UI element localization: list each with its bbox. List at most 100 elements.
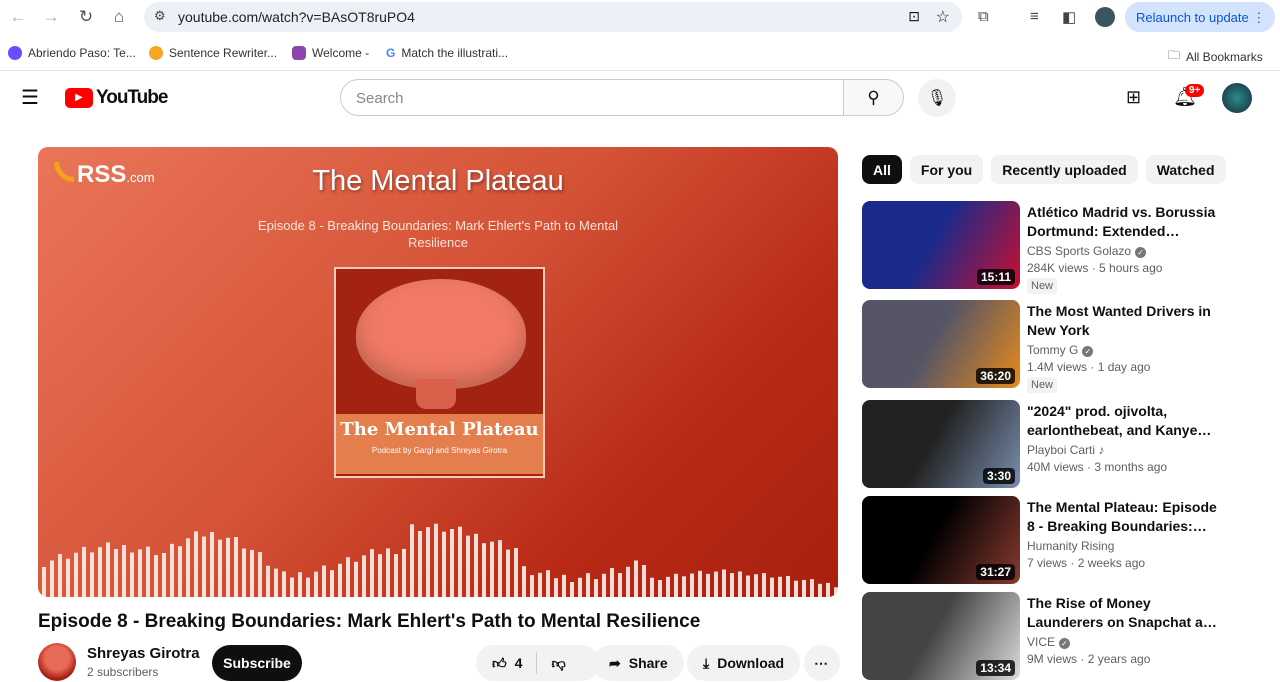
video-thumbnail[interactable]: 36:20: [862, 300, 1020, 388]
extensions-icon[interactable]: ⧉: [978, 8, 989, 25]
waveform-bar: [242, 548, 246, 597]
recommendation-item[interactable]: 13:34 The Rise of Money Launderers on Sn…: [862, 592, 1262, 682]
waveform-bar: [738, 571, 742, 597]
waveform-bar: [674, 573, 678, 597]
bookmark-star-icon[interactable]: ☆: [936, 7, 950, 27]
site-settings-icon[interactable]: ⚙: [154, 8, 166, 24]
waveform-bar: [786, 575, 790, 597]
recommendation-item[interactable]: 36:20 The Most Wanted Drivers in New Yor…: [862, 300, 1262, 393]
back-icon[interactable]: ←: [7, 7, 29, 27]
waveform-bar: [186, 538, 190, 597]
dislike-button[interactable]: 👎︎: [551, 655, 565, 672]
subscribe-button[interactable]: Subscribe: [212, 645, 302, 681]
search-input[interactable]: Search: [340, 79, 844, 116]
waveform-bar: [818, 583, 822, 597]
waveform-bar: [442, 531, 446, 597]
waveform-bar: [234, 537, 238, 597]
waveform-bar: [498, 540, 502, 597]
video-thumbnail[interactable]: 13:34: [862, 592, 1020, 680]
music-note-icon: ♪: [1098, 443, 1105, 457]
waveform-bar: [226, 537, 230, 597]
waveform-bar: [306, 577, 310, 597]
more-actions-button[interactable]: ⋯: [804, 645, 840, 681]
voice-search-button[interactable]: 🎙︎: [918, 79, 956, 117]
recommendation-title[interactable]: The Most Wanted Drivers in New York: [1027, 302, 1222, 340]
recommendation-channel[interactable]: Playboi Carti: [1027, 443, 1095, 457]
media-icon[interactable]: ≡: [1030, 8, 1039, 25]
bookmark-3[interactable]: G Match the illustrati...: [386, 46, 508, 60]
new-badge: New: [1027, 377, 1058, 393]
recommendation-item[interactable]: 3:30 "2024" prod. ojivolta, earlonthebea…: [862, 400, 1262, 490]
recommendation-channel[interactable]: VICE: [1027, 635, 1055, 649]
recommendation-channel-row: Tommy G ✓: [1027, 343, 1094, 357]
create-icon[interactable]: ⊞: [1126, 87, 1141, 108]
waveform-bar: [706, 573, 710, 597]
folder-icon: 🗀: [1168, 48, 1181, 62]
waveform-bar: [530, 575, 534, 597]
reload-icon[interactable]: ↻: [75, 7, 97, 27]
waveform-bar: [114, 549, 118, 597]
recommendation-title[interactable]: The Mental Plateau: Episode 8 - Breaking…: [1027, 498, 1222, 536]
waveform-bar: [642, 564, 646, 597]
waveform-bar: [650, 577, 654, 597]
recommendation-item[interactable]: 31:27 The Mental Plateau: Episode 8 - Br…: [862, 496, 1262, 586]
filter-chips: All For you Recently uploaded Watched: [862, 155, 1226, 184]
waveform-bar: [466, 535, 470, 597]
channel-avatar[interactable]: [38, 643, 76, 681]
verified-icon: ✓: [1059, 638, 1071, 649]
address-bar[interactable]: ⚙ youtube.com/watch?v=BAsOT8ruPO4 ⊡ ☆: [144, 2, 962, 32]
profile-avatar[interactable]: [1095, 7, 1115, 27]
google-icon: G: [386, 46, 396, 60]
chip-watched[interactable]: Watched: [1145, 155, 1226, 184]
chip-for-you[interactable]: For you: [909, 155, 984, 184]
recommendation-title[interactable]: The Rise of Money Launderers on Snapchat…: [1027, 594, 1222, 632]
video-thumbnail[interactable]: 15:11: [862, 201, 1020, 289]
relaunch-label: Relaunch to update: [1136, 10, 1249, 25]
chip-all[interactable]: All: [862, 155, 902, 184]
search-button[interactable]: ⚲: [843, 79, 904, 116]
waveform-bar: [690, 573, 694, 597]
waveform-bar: [626, 566, 630, 597]
home-icon[interactable]: ⌂: [108, 7, 130, 27]
waveform-bar: [794, 580, 798, 597]
waveform-bar: [418, 531, 422, 597]
video-thumbnail[interactable]: 3:30: [862, 400, 1020, 488]
recommendation-title[interactable]: Atlético Madrid vs. Borussia Dortmund: E…: [1027, 203, 1222, 241]
bookmark-2[interactable]: Welcome -: [292, 46, 369, 60]
notification-badge: 9+: [1185, 84, 1205, 97]
chip-recently-uploaded[interactable]: Recently uploaded: [991, 155, 1138, 184]
forward-icon[interactable]: →: [40, 7, 62, 27]
recommendation-channel[interactable]: Humanity Rising: [1027, 539, 1114, 553]
bookmark-0[interactable]: Abriendo Paso: Te...: [8, 46, 136, 60]
video-thumbnail[interactable]: 31:27: [862, 496, 1020, 584]
waveform-bar: [562, 574, 566, 597]
waveform-bar: [546, 570, 550, 597]
recommendation-channel[interactable]: CBS Sports Golazo: [1027, 244, 1131, 258]
recommendation-item[interactable]: 15:11 Atlético Madrid vs. Borussia Dortm…: [862, 201, 1262, 294]
waveform-bar: [682, 576, 686, 597]
video-player[interactable]: RSS .com The Mental Plateau Episode 8 - B…: [38, 147, 838, 597]
relaunch-button[interactable]: Relaunch to update ⋮: [1125, 2, 1275, 32]
all-bookmarks[interactable]: 🗀 All Bookmarks: [1168, 46, 1263, 67]
waveform-bar: [722, 569, 726, 597]
youtube-logo[interactable]: ▶ YouTube: [65, 87, 168, 109]
waveform-bar: [666, 576, 670, 597]
share-button[interactable]: ➦ Share: [593, 645, 684, 681]
recommendation-channel[interactable]: Tommy G: [1027, 343, 1078, 357]
channel-name[interactable]: Shreyas Girotra: [87, 645, 200, 662]
like-button[interactable]: 👍︎ 4: [492, 655, 522, 672]
episode-subtitle: Episode 8 - Breaking Boundaries: Mark Eh…: [257, 218, 619, 250]
video-title: Episode 8 - Breaking Boundaries: Mark Eh…: [38, 611, 701, 632]
side-panel-icon[interactable]: ◧: [1062, 8, 1076, 26]
duration-badge: 31:27: [976, 564, 1015, 580]
bookmark-1[interactable]: Sentence Rewriter...: [149, 46, 277, 60]
cover-subtitle: Podcast by Gargi and Shreyas Girotra: [371, 446, 508, 455]
install-icon[interactable]: ⊡: [908, 8, 920, 25]
account-avatar[interactable]: [1222, 83, 1252, 113]
download-button[interactable]: ⤓ Download: [687, 645, 801, 681]
waveform-bar: [698, 570, 702, 597]
recommendation-title[interactable]: "2024" prod. ojivolta, earlonthebeat, an…: [1027, 402, 1222, 440]
duration-badge: 3:30: [982, 468, 1015, 484]
waveform-bar: [170, 543, 174, 597]
menu-icon[interactable]: ☰: [21, 85, 39, 110]
